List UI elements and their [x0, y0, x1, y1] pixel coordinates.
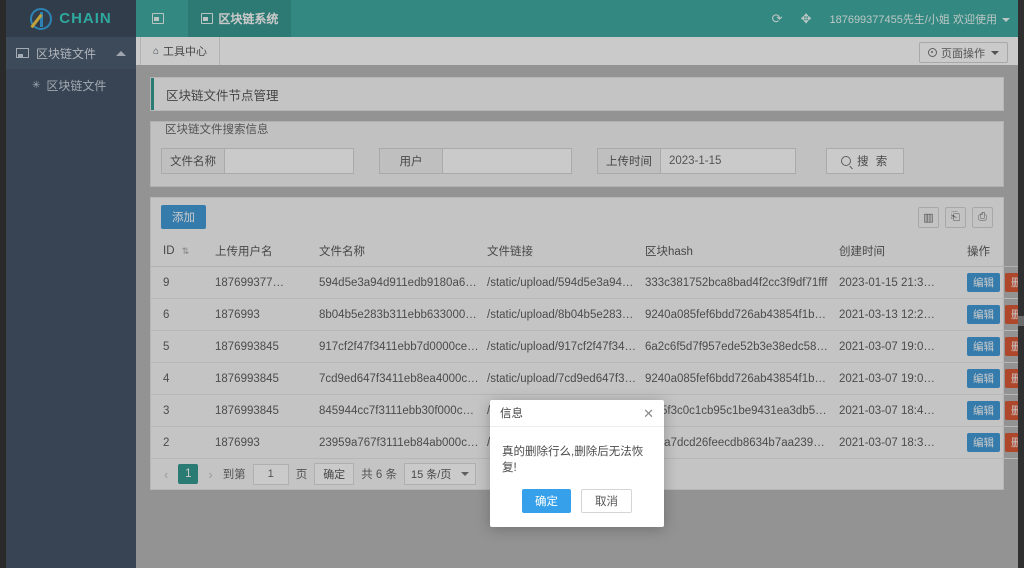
- page-scrollbar[interactable]: [1018, 0, 1024, 568]
- confirm-delete-dialog: 信息 ✕ 真的删除行么,删除后无法恢复! 确定 取消: [490, 400, 664, 527]
- modal-header: 信息 ✕: [490, 400, 664, 427]
- modal-cancel-button[interactable]: 取消: [581, 489, 632, 513]
- left-edge-strip: [0, 0, 6, 568]
- modal-footer: 确定 取消: [490, 489, 664, 527]
- close-icon[interactable]: ✕: [643, 407, 654, 420]
- modal-message: 真的删除行么,删除后无法恢复!: [502, 446, 644, 474]
- modal-confirm-button[interactable]: 确定: [522, 489, 571, 513]
- modal-title: 信息: [500, 408, 523, 420]
- scrollbar-thumb[interactable]: [1018, 316, 1024, 326]
- app-root: CHAIN 区块链文件 ✳ 区块链文件 区块链系统 ⟳ ✥ 1876993774…: [0, 0, 1024, 568]
